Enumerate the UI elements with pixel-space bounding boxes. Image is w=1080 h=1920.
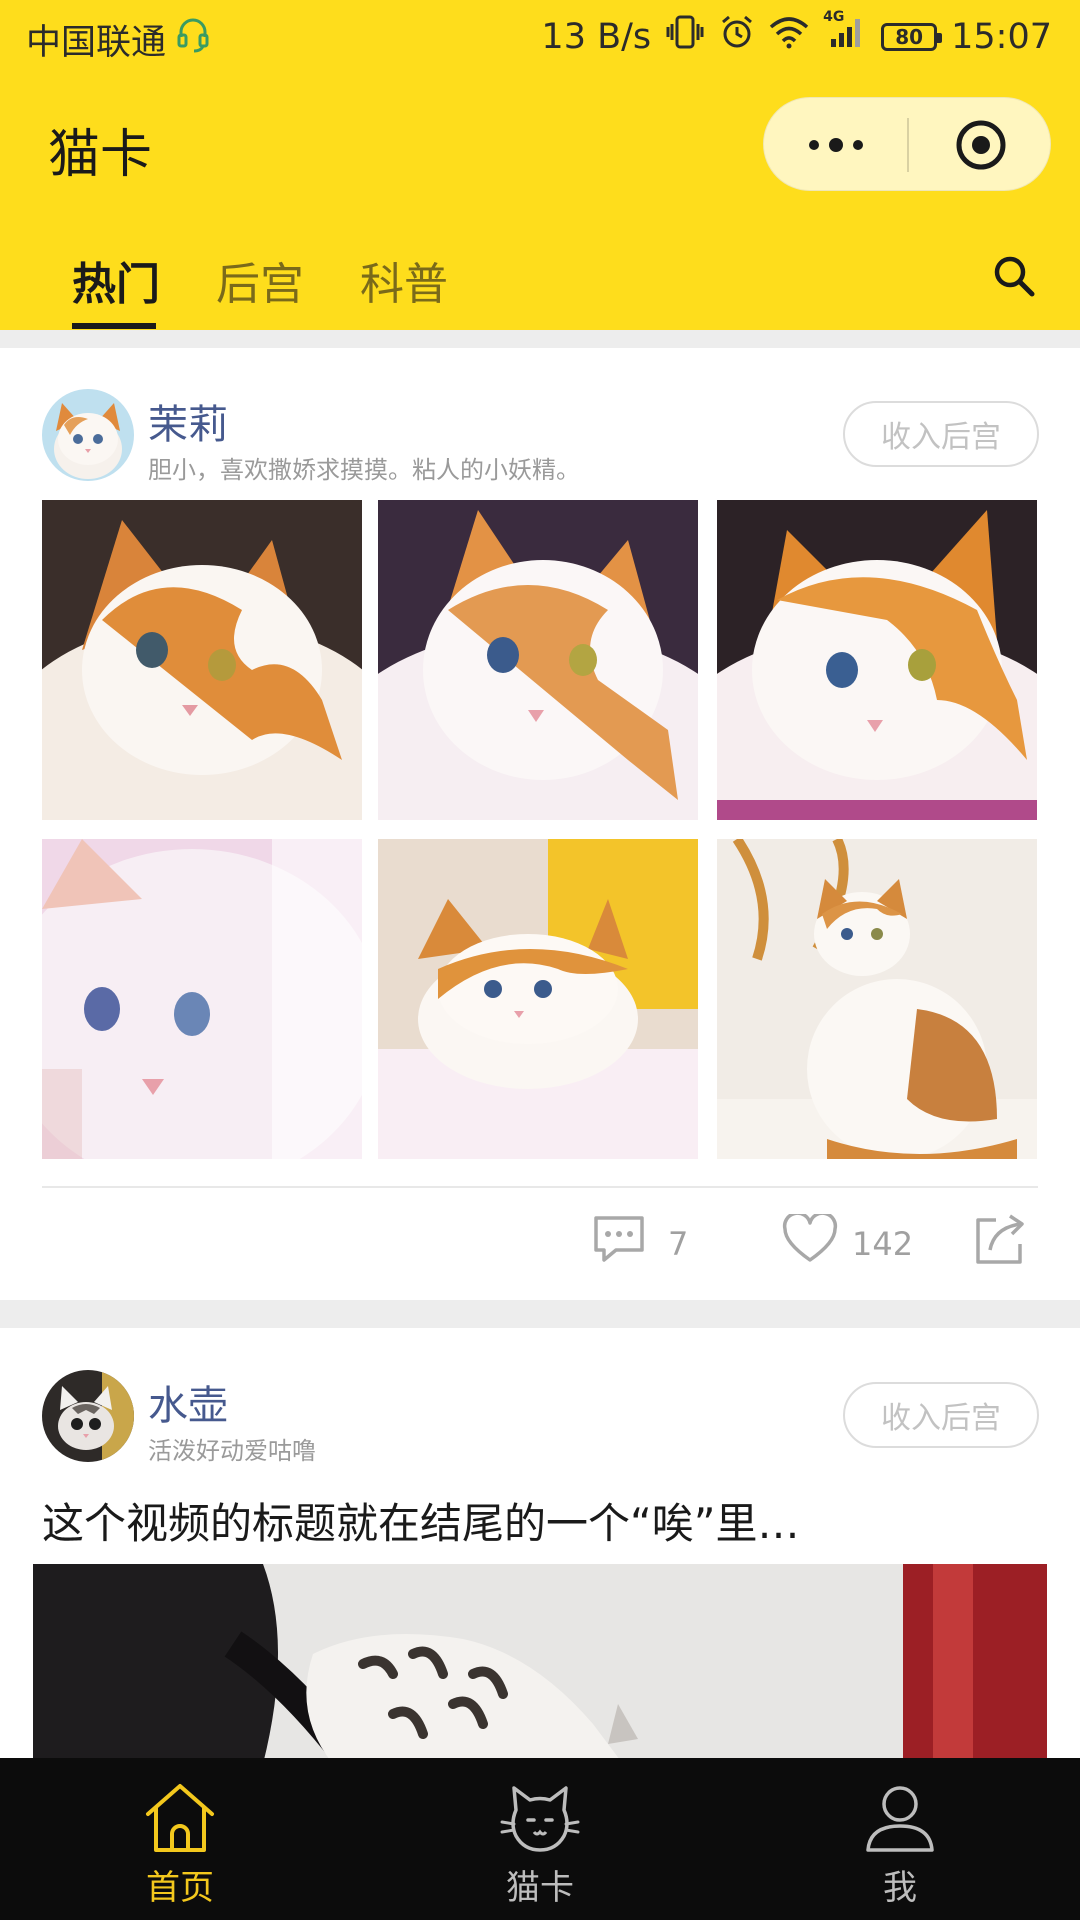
avatar[interactable] xyxy=(42,1370,134,1462)
signal-icon: 4G xyxy=(823,9,867,58)
like-button[interactable]: 142 xyxy=(782,1214,913,1264)
nav-home[interactable]: 首页 xyxy=(80,1758,280,1920)
wifi-icon xyxy=(769,15,809,58)
add-to-harem-button[interactable]: 收入后宫 xyxy=(843,1382,1039,1448)
more-dots-icon xyxy=(809,138,863,152)
profile-icon xyxy=(866,1786,934,1852)
post-author-name[interactable]: 水壶 xyxy=(148,1373,228,1431)
active-tab-indicator xyxy=(72,323,156,329)
cat-photo-5[interactable] xyxy=(378,839,698,1159)
cat-photo-2[interactable] xyxy=(378,500,698,820)
nav-catcard[interactable]: 猫卡 xyxy=(440,1758,640,1920)
video-title[interactable]: 这个视频的标题就在结尾的一个“唉”里… xyxy=(42,1490,800,1551)
cat-photo-1[interactable] xyxy=(42,500,362,820)
nav-profile[interactable]: 我 xyxy=(800,1758,1000,1920)
vibrate-icon xyxy=(665,14,705,59)
heart-icon xyxy=(782,1214,838,1262)
tab-harem[interactable]: 后宫 xyxy=(216,248,304,312)
target-close-icon xyxy=(956,120,1005,170)
network-type: 4G xyxy=(823,9,845,25)
post-author-name[interactable]: 茉莉 xyxy=(148,392,228,450)
tab-hot[interactable]: 热门 xyxy=(72,248,160,312)
post-author-description: 活泼好动爱咕噜 xyxy=(148,1437,316,1465)
home-icon xyxy=(146,1784,214,1852)
bottom-tab-bar: 首页 猫卡 我 xyxy=(0,1758,1080,1920)
cat-photo-6[interactable] xyxy=(717,839,1037,1159)
cat-photo-3[interactable] xyxy=(717,500,1037,820)
like-count: 142 xyxy=(852,1225,914,1263)
add-to-harem-button[interactable]: 收入后宫 xyxy=(843,401,1039,467)
alarm-icon xyxy=(719,14,755,59)
section-divider xyxy=(0,330,1080,348)
net-speed: 13 B/s xyxy=(541,16,652,57)
post-author-description: 胆小，喜欢撒娇求摸摸。粘人的小妖精。 xyxy=(148,456,580,484)
status-bar: 中国联通 13 B/s 4G 80 15:07 xyxy=(0,0,1080,76)
nav-profile-label: 我 xyxy=(883,1868,917,1908)
nav-catcard-label: 猫卡 xyxy=(506,1868,574,1908)
battery-level: 80 xyxy=(895,24,924,49)
comment-button[interactable]: 7 xyxy=(592,1214,688,1264)
page-title: 猫卡 xyxy=(48,125,153,185)
headset-icon xyxy=(176,17,210,62)
avatar[interactable] xyxy=(42,389,134,481)
share-icon xyxy=(976,1214,1024,1264)
miniprogram-capsule xyxy=(763,97,1051,191)
comment-count: 7 xyxy=(668,1225,689,1263)
more-button[interactable] xyxy=(764,98,908,192)
close-miniprogram-button[interactable] xyxy=(909,98,1052,192)
battery-icon: 80 xyxy=(881,22,943,51)
share-button[interactable] xyxy=(974,1212,1028,1266)
post-divider xyxy=(42,1186,1038,1188)
section-divider xyxy=(0,1300,1080,1328)
tab-science[interactable]: 科普 xyxy=(360,248,448,312)
nav-home-label: 首页 xyxy=(146,1868,214,1908)
comment-icon xyxy=(594,1216,644,1262)
search-icon xyxy=(994,256,1035,297)
clock: 15:07 xyxy=(951,16,1052,57)
cat-icon xyxy=(500,1786,580,1852)
search-button[interactable] xyxy=(990,252,1038,300)
video-thumbnail[interactable] xyxy=(33,1564,1047,1764)
carrier-label: 中国联通 xyxy=(26,23,167,63)
cat-photo-4[interactable] xyxy=(42,839,362,1159)
